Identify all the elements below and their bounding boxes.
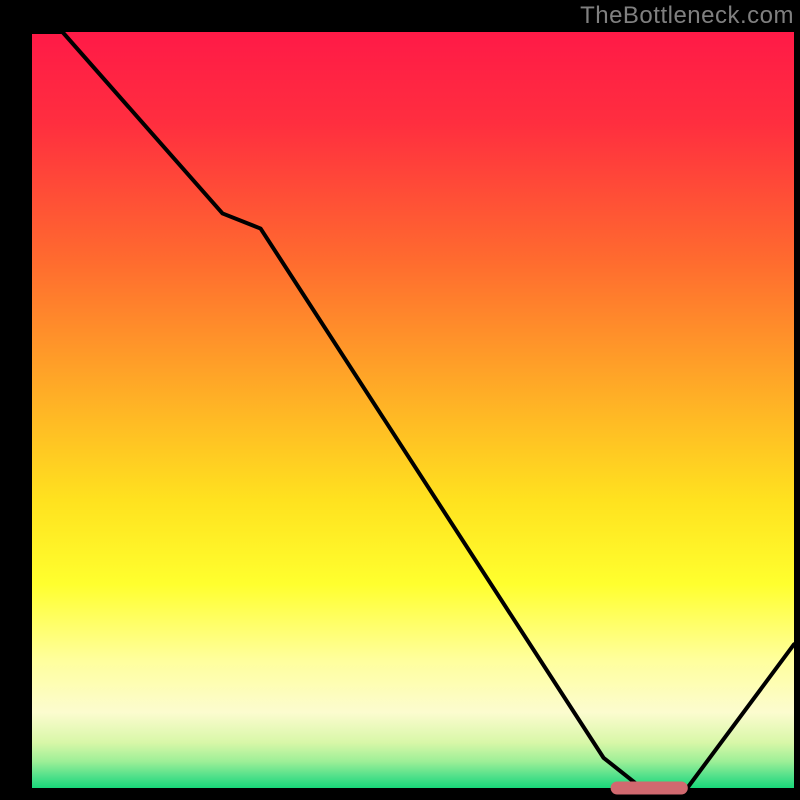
plot-background bbox=[32, 32, 794, 788]
watermark-text: TheBottleneck.com bbox=[580, 2, 794, 30]
optimal-range-marker bbox=[611, 782, 687, 794]
bottleneck-chart bbox=[0, 0, 800, 800]
chart-container: TheBottleneck.com bbox=[0, 0, 800, 800]
